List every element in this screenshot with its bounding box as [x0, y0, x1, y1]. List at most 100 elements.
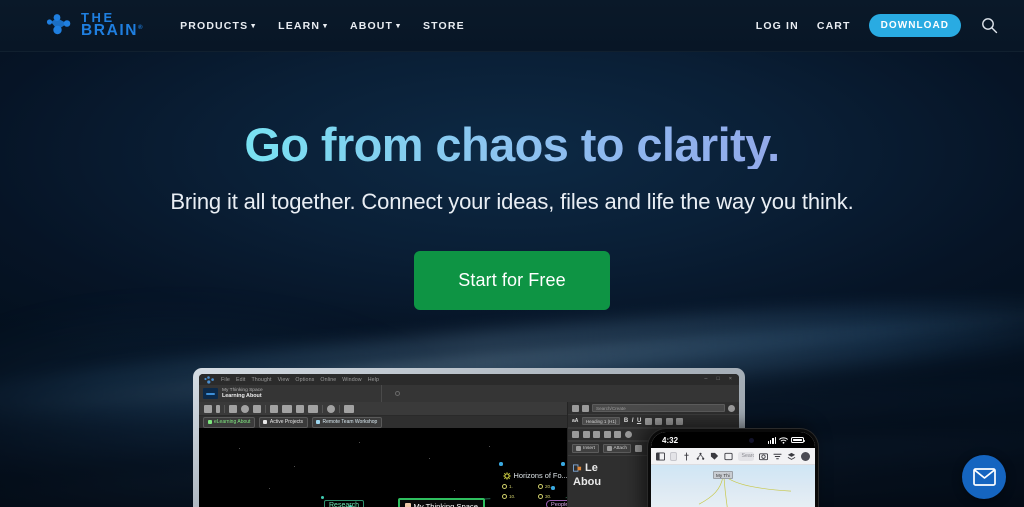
phone-screen: 4:32 Sear My Thi	[651, 432, 815, 507]
maximize-button[interactable]: □	[716, 376, 719, 383]
grid-label: 10.	[509, 494, 516, 499]
panel-toggle-icon[interactable]	[572, 404, 579, 412]
nav-item-products[interactable]: PRODUCTS ▾	[180, 20, 256, 32]
tag-icon[interactable]	[253, 404, 261, 413]
menu-item-view[interactable]: View	[278, 377, 290, 383]
app-logo-icon	[204, 375, 214, 384]
layers-icon[interactable]	[787, 452, 796, 461]
app-menu-bar: File Edit Thought View Options Online Wi…	[199, 374, 739, 385]
pin-icon[interactable]	[682, 451, 691, 461]
search-icon[interactable]	[979, 15, 1000, 36]
search-create-input[interactable]: Search/Create	[592, 404, 725, 412]
chevron-down-icon: ▾	[251, 21, 257, 30]
graph-node-dot	[321, 496, 324, 499]
menu-item-window[interactable]: Window	[342, 377, 361, 383]
underline-button[interactable]: U	[637, 418, 641, 424]
back-icon[interactable]	[204, 404, 212, 413]
minimize-icon[interactable]	[670, 451, 677, 461]
pin-icon[interactable]	[270, 404, 278, 413]
numbered-list-icon[interactable]	[603, 431, 611, 438]
menu-item-online[interactable]: Online	[320, 377, 336, 383]
filter-icon[interactable]	[773, 452, 782, 461]
square-icon[interactable]	[723, 452, 733, 461]
ring-icon	[502, 494, 507, 499]
italic-button[interactable]: I	[632, 418, 634, 424]
front-camera-icon	[749, 438, 754, 443]
strikethrough-icon[interactable]	[655, 417, 663, 425]
minimize-button[interactable]: –	[704, 376, 707, 383]
start-for-free-button[interactable]: Start for Free	[414, 251, 610, 311]
tag-icon[interactable]	[710, 452, 719, 461]
tab-remote-team-workshop[interactable]: Remote Team Workshop	[311, 416, 382, 428]
thought-label: Research	[329, 502, 359, 507]
home-icon[interactable]	[229, 404, 237, 413]
download-button[interactable]: DOWNLOAD	[868, 14, 961, 37]
nav-item-store[interactable]: STORE	[423, 20, 465, 32]
bullet-list-icon[interactable]	[593, 431, 600, 438]
layout-icon[interactable]	[308, 404, 318, 413]
phone-thought-node[interactable]: My Thi	[713, 471, 733, 479]
site-header: THE BRAIN® PRODUCTS ▾ LEARN ▾ ABOUT ▾ ST…	[0, 0, 1024, 52]
settings-icon[interactable]	[728, 404, 735, 412]
menu-item-file[interactable]: File	[221, 377, 230, 383]
insert-button[interactable]: Insert	[572, 444, 599, 453]
phone-mockup: 4:32 Sear My Thi	[648, 429, 818, 507]
phone-graph-canvas[interactable]: My Thi	[651, 465, 815, 507]
grid-item[interactable]: 1.	[502, 484, 538, 489]
header-actions: LOG IN CART DOWNLOAD	[756, 14, 1000, 37]
tab-active-projects[interactable]: Active Projects	[258, 416, 308, 428]
refresh-icon[interactable]	[241, 404, 249, 413]
grid-label: 30.	[545, 494, 552, 499]
page-root: THE BRAIN® PRODUCTS ▾ LEARN ▾ ABOUT ▾ ST…	[0, 0, 1024, 507]
active-thought-name: Learning About	[222, 393, 262, 400]
attach-icon	[606, 446, 612, 451]
split-view-icon[interactable]	[582, 404, 589, 412]
cart-link[interactable]: CART	[817, 20, 851, 32]
network-icon[interactable]	[696, 452, 705, 461]
format-toolbar: aA Heading 1 (H1) B I U	[568, 414, 739, 428]
table-icon[interactable]	[572, 431, 579, 438]
avatar-icon[interactable]	[801, 451, 810, 461]
grid-item[interactable]: 10.	[502, 494, 538, 499]
checklist-icon[interactable]	[614, 431, 621, 438]
menu-item-help[interactable]: Help	[368, 377, 379, 383]
star-icon[interactable]	[327, 404, 335, 413]
ring-icon	[538, 494, 543, 499]
bold-button[interactable]: B	[624, 418, 628, 424]
nav-item-about[interactable]: ABOUT ▾	[350, 20, 401, 32]
menu-item-options[interactable]: Options	[295, 377, 314, 383]
camera-icon[interactable]	[759, 452, 768, 461]
toolbar-divider	[265, 404, 266, 413]
heading-style-select[interactable]: Heading 1 (H1)	[581, 417, 621, 425]
sidebar-icon[interactable]	[656, 451, 665, 461]
menu-item-thought[interactable]: Thought	[251, 377, 271, 383]
superscript-icon[interactable]	[665, 417, 673, 425]
forward-icon[interactable]	[216, 404, 220, 413]
tab-elearning-about[interactable]: eLearning About	[203, 416, 255, 428]
text-color-icon[interactable]	[676, 417, 684, 425]
folder-icon[interactable]	[282, 404, 292, 413]
thought-node-horizons[interactable]: Horizons of Fo...	[499, 470, 572, 481]
site-logo[interactable]: THE BRAIN®	[46, 11, 144, 39]
attach-button[interactable]: Attach	[602, 444, 632, 453]
link-icon[interactable]	[634, 445, 642, 452]
highlight-icon[interactable]	[644, 417, 652, 425]
nav-item-learn[interactable]: LEARN ▾	[278, 20, 328, 32]
phone-search-input[interactable]: Search/C	[737, 451, 754, 461]
contact-chat-button[interactable]	[962, 455, 1006, 499]
page-title: Go from chaos to clarity.	[244, 118, 780, 171]
envelope-icon	[972, 468, 996, 486]
thought-node-my-thinking-space[interactable]: My Thinking Space	[398, 498, 485, 507]
more-icon[interactable]	[624, 431, 632, 438]
logo-wordmark: THE BRAIN®	[81, 11, 144, 38]
font-icon[interactable]	[296, 404, 304, 413]
login-link[interactable]: LOG IN	[756, 20, 799, 32]
attach-label: Attach	[613, 446, 628, 451]
close-button[interactable]: ×	[729, 376, 732, 383]
thought-node-research[interactable]: Research	[324, 500, 364, 507]
font-size-icon[interactable]: aA	[572, 418, 578, 424]
indent-icon[interactable]	[582, 431, 590, 438]
menu-item-edit[interactable]: Edit	[236, 377, 246, 383]
ring-icon	[538, 484, 543, 489]
cloud-icon[interactable]	[344, 404, 354, 413]
